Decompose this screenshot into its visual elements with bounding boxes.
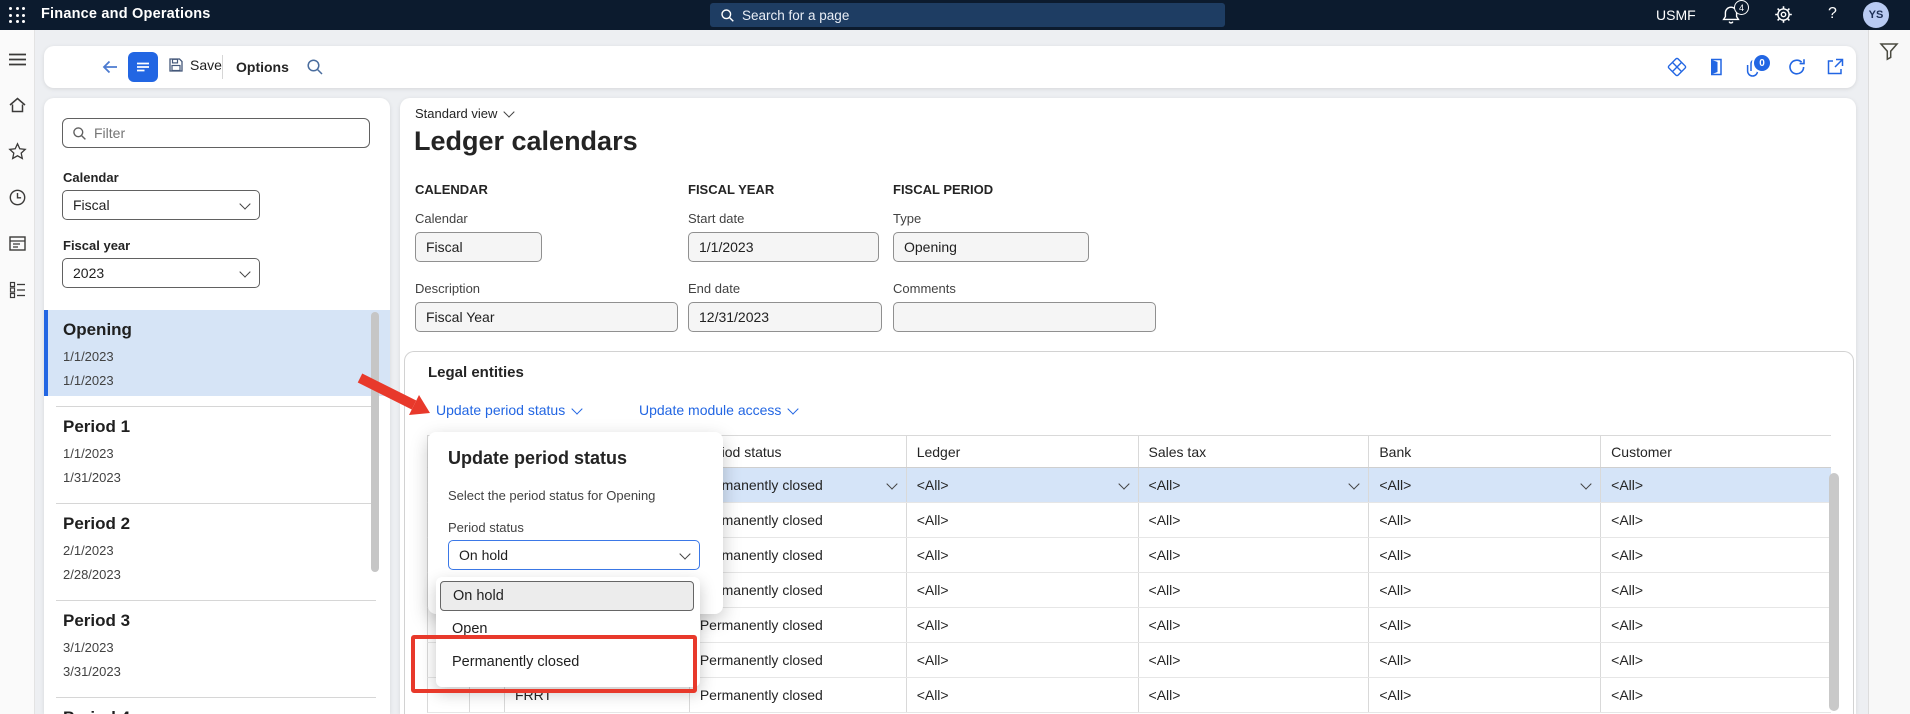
- group-header-fiscal-year: FISCAL YEAR: [688, 182, 774, 197]
- chevron-down-icon: [679, 548, 690, 559]
- user-avatar[interactable]: YS: [1863, 2, 1889, 28]
- type-field[interactable]: Opening: [893, 232, 1089, 262]
- top-navbar: Finance and Operations Search for a page…: [0, 0, 1910, 30]
- options-menu[interactable]: Options: [236, 59, 289, 75]
- cell-dropdown-chevron-icon[interactable]: [886, 478, 897, 489]
- filter-input[interactable]: Filter: [62, 118, 370, 148]
- fiscal-year-select[interactable]: 2023: [62, 258, 260, 288]
- group-header-calendar: CALENDAR: [415, 182, 488, 197]
- list-scrollbar[interactable]: [371, 312, 379, 572]
- period-list: Opening 1/1/2023 1/1/2023 Period 1 1/1/2…: [44, 310, 390, 714]
- chevron-down-icon: [572, 403, 583, 414]
- recent-clock-icon[interactable]: [8, 188, 27, 207]
- list-item-opening[interactable]: Opening 1/1/2023 1/1/2023: [44, 310, 390, 396]
- header-ledger[interactable]: Ledger: [907, 436, 1139, 467]
- end-date-field[interactable]: 12/31/2023: [688, 302, 882, 332]
- description-field[interactable]: Fiscal Year: [415, 302, 678, 332]
- cell-dropdown-chevron-icon[interactable]: [1581, 478, 1592, 489]
- filter-funnel-icon[interactable]: [1878, 40, 1900, 62]
- end-date-field-label: End date: [688, 281, 740, 296]
- save-floppy-icon: [168, 57, 184, 73]
- group-header-fiscal-period: FISCAL PERIOD: [893, 182, 993, 197]
- company-door-icon[interactable]: [1704, 56, 1726, 78]
- description-field-label: Description: [415, 281, 480, 296]
- back-arrow-icon[interactable]: [100, 57, 120, 77]
- update-module-access-link[interactable]: Update module access: [639, 402, 797, 418]
- refresh-icon[interactable]: [1786, 56, 1808, 78]
- open-in-new-window-icon[interactable]: [1824, 56, 1846, 78]
- period-status-select[interactable]: On hold: [448, 540, 700, 570]
- header-sales-tax[interactable]: Sales tax: [1139, 436, 1370, 467]
- attachment-count-badge: 0: [1752, 53, 1772, 73]
- app-title: Finance and Operations: [41, 6, 211, 22]
- start-date-field-label: Start date: [688, 211, 744, 226]
- toolbar-divider: [222, 55, 223, 79]
- chevron-down-icon: [504, 106, 515, 117]
- filter-placeholder: Filter: [94, 125, 125, 141]
- view-selector[interactable]: Standard view: [415, 106, 513, 121]
- calendar-field-label: Calendar: [415, 211, 468, 226]
- flyout-description: Select the period status for Opening: [448, 488, 655, 503]
- settings-gear-icon[interactable]: [1774, 5, 1793, 24]
- list-item-period2[interactable]: Period 2 2/1/2023 2/28/2023: [44, 504, 390, 590]
- calendar-label: Calendar: [63, 170, 119, 185]
- list-item-period4[interactable]: Period 4: [44, 698, 390, 714]
- period-filter-panel: Filter Calendar Fiscal Fiscal year 2023 …: [44, 98, 390, 714]
- page-search-input[interactable]: Search for a page: [710, 3, 1225, 27]
- flyout-title: Update period status: [448, 448, 627, 469]
- fiscal-year-label: Fiscal year: [63, 238, 130, 253]
- action-bar: Save Options 0: [44, 46, 1856, 88]
- header-customer[interactable]: Customer: [1601, 436, 1831, 467]
- calendar-field[interactable]: Fiscal: [415, 232, 542, 262]
- hamburger-menu-icon[interactable]: [8, 50, 27, 69]
- company-picker[interactable]: USMF: [1656, 7, 1696, 23]
- list-item-period1[interactable]: Period 1 1/1/2023 1/31/2023: [44, 407, 390, 493]
- save-button[interactable]: Save: [168, 57, 222, 73]
- annotation-red-arrow: [348, 368, 448, 424]
- notification-count-badge: 4: [1734, 0, 1749, 15]
- type-field-label: Type: [893, 211, 921, 226]
- favorites-star-icon[interactable]: [8, 142, 27, 161]
- comments-field[interactable]: [893, 302, 1156, 332]
- list-item-period3[interactable]: Period 3 3/1/2023 3/31/2023: [44, 601, 390, 687]
- filter-search-icon: [72, 126, 87, 141]
- search-placeholder: Search for a page: [742, 8, 849, 23]
- toolbar-search-icon[interactable]: [306, 58, 324, 76]
- nav-rail: [0, 30, 35, 714]
- filter-side-strip: [1868, 30, 1910, 714]
- calendar-select[interactable]: Fiscal: [62, 190, 260, 220]
- chevron-down-icon: [239, 266, 250, 277]
- site-map-button[interactable]: [128, 52, 158, 82]
- attachments-paperclip-icon[interactable]: 0: [1743, 56, 1765, 78]
- annotation-red-rectangle: [411, 635, 697, 693]
- option-on-hold[interactable]: On hold: [440, 581, 694, 611]
- cell-dropdown-chevron-icon[interactable]: [1349, 478, 1360, 489]
- grid-scrollbar[interactable]: [1829, 473, 1839, 711]
- workspaces-form-icon[interactable]: [8, 234, 27, 253]
- personalize-diamond-icon[interactable]: [1666, 56, 1688, 78]
- search-icon: [720, 8, 735, 23]
- comments-field-label: Comments: [893, 281, 956, 296]
- update-period-status-link[interactable]: Update period status: [436, 402, 581, 418]
- home-icon[interactable]: [8, 96, 27, 115]
- app-launcher-waffle-icon[interactable]: [9, 7, 26, 24]
- save-label: Save: [190, 57, 222, 73]
- cell-dropdown-chevron-icon[interactable]: [1118, 478, 1129, 489]
- start-date-field[interactable]: 1/1/2023: [688, 232, 879, 262]
- period-status-label: Period status: [448, 520, 524, 535]
- chevron-down-icon: [788, 403, 799, 414]
- chevron-down-icon: [239, 198, 250, 209]
- page-title: Ledger calendars: [414, 126, 638, 157]
- modules-list-icon[interactable]: [8, 280, 27, 299]
- help-button[interactable]: ?: [1828, 5, 1837, 23]
- header-bank[interactable]: Bank: [1369, 436, 1601, 467]
